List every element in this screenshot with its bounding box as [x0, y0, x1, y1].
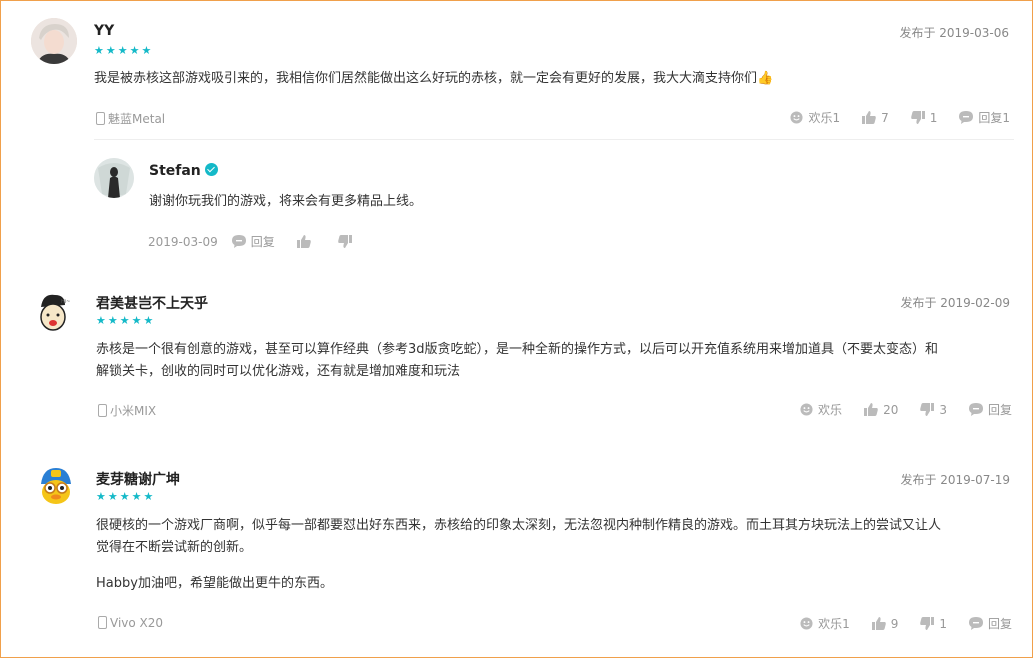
- review-card: Hi~ 君美甚岂不上天乎 ★★★★★ 发布于 2019-02-09 赤核是一个很…: [0, 271, 1033, 448]
- dev-username-text: Stefan: [149, 163, 201, 179]
- review-card: YY ★★★★★ 发布于 2019-03-06 我是被赤核这部游戏吸引来的，我相…: [0, 0, 1033, 272]
- comment-icon: [231, 235, 246, 248]
- dev-reply-actions: 2019-03-09 回复: [148, 233, 357, 250]
- review-text-line: 解锁关卡，创收的同时可以优化游戏，还有就是增加难度和玩法: [96, 364, 461, 379]
- like-button[interactable]: 20: [864, 403, 898, 417]
- thumbs-down-icon: [920, 617, 935, 630]
- svg-text:Hi~: Hi~: [61, 299, 70, 305]
- avatar[interactable]: [31, 18, 77, 64]
- reply-button[interactable]: 回复: [968, 401, 1012, 418]
- avatar[interactable]: [33, 464, 79, 510]
- phone-icon: [98, 616, 107, 629]
- thumbs-up-icon: [862, 111, 876, 124]
- rating-stars: ★★★★★: [96, 490, 156, 503]
- device-label: Vivo X20: [98, 616, 163, 630]
- funny-count: 欢乐1: [808, 111, 841, 125]
- dev-reply-button[interactable]: 回复: [231, 233, 275, 250]
- verified-icon: [204, 163, 218, 176]
- like-button[interactable]: 7: [862, 111, 889, 125]
- dev-username[interactable]: Stefan: [149, 163, 218, 179]
- thumbs-up-icon: [864, 403, 878, 416]
- reply-label: 回复: [987, 617, 1012, 631]
- dislike-count: 1: [939, 616, 947, 631]
- dev-reply-text: 谢谢你玩我们的游戏，将来会有更多精品上线。: [149, 194, 423, 209]
- dev-reply-date: 2019-03-09: [148, 234, 218, 249]
- thumbs-down-icon: [337, 235, 352, 248]
- device-name: 魅蓝Metal: [108, 112, 166, 126]
- dev-like-button[interactable]: [296, 235, 316, 248]
- device-label: 魅蓝Metal: [96, 110, 165, 127]
- rating-stars: ★★★★★: [94, 44, 154, 57]
- dislike-button[interactable]: 3: [920, 403, 947, 417]
- dislike-count: 3: [939, 402, 947, 417]
- review-actions: 欢乐 20 3 回复: [778, 401, 1012, 418]
- thumbs-down-icon: [910, 111, 925, 124]
- comment-icon: [968, 403, 983, 416]
- phone-icon: [98, 404, 107, 417]
- funny-button[interactable]: 欢乐1: [790, 109, 840, 126]
- review-text-line: 觉得在不断尝试新的创新。: [96, 540, 253, 555]
- reply-button[interactable]: 回复: [968, 615, 1012, 632]
- review-actions: 欢乐1 9 1 回复: [778, 615, 1012, 632]
- username[interactable]: 麦芽糖谢广坤: [96, 469, 180, 489]
- dev-avatar[interactable]: [94, 158, 134, 198]
- comment-icon: [968, 617, 983, 630]
- dev-reply-label: 回复: [250, 235, 275, 249]
- review-text: 我是被赤核这部游戏吸引来的，我相信你们居然能做出这么好玩的赤核，就一定会有更好的…: [94, 71, 774, 86]
- device-name: 小米MIX: [110, 404, 157, 418]
- username[interactable]: YY: [94, 23, 114, 39]
- like-count: 7: [881, 110, 889, 125]
- device-label: 小米MIX: [98, 402, 156, 419]
- like-button[interactable]: 9: [871, 616, 899, 631]
- avatar[interactable]: Hi~: [31, 289, 77, 335]
- divider: [94, 139, 1014, 140]
- smile-icon: [800, 403, 813, 416]
- device-name: Vivo X20: [110, 616, 164, 630]
- like-count: 9: [890, 616, 899, 631]
- funny-count: 欢乐1: [818, 617, 850, 631]
- funny-count: 欢乐: [818, 403, 843, 417]
- review-text-line: Habby加油吧，希望能做出更牛的东西。: [96, 576, 333, 591]
- username[interactable]: 君美甚岂不上天乎: [96, 293, 208, 313]
- smile-icon: [790, 111, 803, 124]
- dislike-button[interactable]: 1: [920, 617, 947, 631]
- reply-count: 回复1: [978, 111, 1010, 125]
- smile-icon: [800, 617, 813, 630]
- post-date: 发布于 2019-07-19: [900, 473, 1010, 487]
- phone-icon: [96, 112, 105, 125]
- rating-stars: ★★★★★: [96, 314, 156, 327]
- thumbs-up-icon: [871, 617, 886, 630]
- reply-label: 回复: [987, 403, 1012, 417]
- thumbs-up-icon: [296, 235, 311, 248]
- thumbs-down-icon: [920, 403, 935, 416]
- funny-button[interactable]: 欢乐: [800, 401, 842, 418]
- dislike-button[interactable]: 1: [910, 110, 938, 125]
- dislike-count: 1: [929, 110, 938, 125]
- review-actions: 欢乐1 7 1 回复1: [768, 109, 1010, 126]
- like-count: 20: [883, 402, 899, 417]
- funny-button[interactable]: 欢乐1: [800, 615, 850, 632]
- review-card: 麦芽糖谢广坤 ★★★★★ 发布于 2019-07-19 很硬核的一个游戏厂商啊，…: [0, 447, 1033, 658]
- dev-dislike-button[interactable]: [337, 235, 357, 248]
- reply-button[interactable]: 回复1: [959, 109, 1010, 126]
- comment-icon: [959, 111, 974, 124]
- post-date: 发布于 2019-02-09: [900, 296, 1010, 310]
- post-date: 发布于 2019-03-06: [899, 26, 1009, 40]
